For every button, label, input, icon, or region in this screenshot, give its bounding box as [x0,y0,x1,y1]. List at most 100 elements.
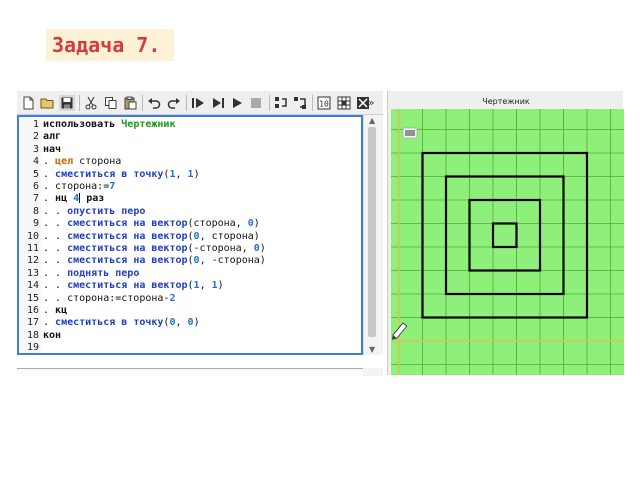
code-token: сместиться на вектор [67,218,188,230]
line-number: 2 [32,131,39,143]
document-icon[interactable] [20,95,36,111]
grid-icon[interactable] [336,95,352,111]
drawer-title: Чертежник [482,97,530,106]
line-number: 6 [32,181,39,192]
code-token: . [43,168,56,180]
drawer-field [391,109,624,375]
line-number: 16 [26,305,39,316]
line-number: 10 [26,230,39,242]
code-token: 7 [109,181,116,192]
code-token: . [43,156,56,168]
save-icon[interactable] [58,94,75,111]
code-token: , [199,280,212,292]
code-token: сместиться на вектор [67,280,188,292]
code-line: нач [43,144,61,156]
code-token: , -сторона) [199,255,266,267]
editor-scrollbar[interactable]: ▲ ▼ [363,115,383,355]
line-number: 7 [32,193,39,205]
code-token: , [175,317,188,329]
step-icon[interactable] [210,95,226,111]
code-line: . . сторона:=сторона-2 [43,293,175,305]
task-title: Задача 7. [46,29,174,61]
toolbar-separator [312,94,314,111]
toolbar-separator [268,94,270,111]
code-line: . . сместиться на вектор(-сторона, 0) [43,243,266,255]
code-token: , [175,168,188,180]
code-token: . . [43,243,68,254]
code-token: , сторона) [199,230,260,242]
code-token: ) [193,317,200,329]
code-token: . . [43,218,68,230]
code-token: ) [217,280,224,292]
code-editor[interactable]: 1 2 3 4 5 6 7 8 9 10 11 12 13 14 15 16 1… [17,115,363,355]
toolbar-more-button[interactable]: » [368,96,375,109]
code-line: . . сместиться на вектор(1, 1) [43,280,224,292]
code-line: кон [43,330,61,342]
line-number: 12 [26,255,39,267]
undo-icon[interactable] [146,95,162,111]
line-number: 13 [26,267,39,279]
code-line: . . сместиться на вектор(сторона, 0) [43,218,260,230]
code-token: . . [43,267,68,279]
code-token: сместиться на вектор [67,230,188,242]
code-line: . сместиться в точку(1, 1) [43,169,200,181]
code-line: . сместиться в точку(0, 0) [43,317,200,329]
toolbar-separator [79,94,81,111]
code-token: . [43,317,56,329]
line-number: 20 [19,352,39,353]
code-token: . . [43,230,68,242]
toolbar: 10 » [17,91,383,115]
step-over-icon[interactable] [229,95,245,111]
code-token: использовать [43,119,122,130]
code-token: . . [43,280,68,292]
output-console[interactable] [17,368,363,376]
drawer-panel: Чертежник [387,91,624,375]
code-token: опустить перо [67,205,146,217]
code-token: цел [55,156,74,168]
copy-icon[interactable] [103,95,119,111]
folder-icon[interactable] [39,95,55,111]
counter-icon[interactable]: 10 [316,95,332,111]
code-token: . . [43,255,68,267]
line-number: 8 [32,205,39,217]
code-token: кон [43,329,62,341]
step-out-icon[interactable] [292,95,308,111]
code-token: сместиться в точку [55,168,164,180]
code-line: . кц [43,305,67,317]
stop-icon[interactable] [248,95,264,111]
code-line: . . опустить перо [43,206,145,218]
paste-icon[interactable] [122,95,138,111]
code-token: . [43,305,56,316]
scissors-icon[interactable] [83,95,99,111]
line-number: 11 [26,243,39,254]
step-in-icon[interactable] [273,95,289,111]
menu-icon[interactable] [402,127,418,139]
drawer-canvas[interactable] [391,109,624,375]
code-token: нц [55,193,68,205]
line-number: 17 [26,317,39,329]
code-token: сместиться на вектор [67,243,188,254]
line-number: 3 [32,143,39,155]
code-line: алг [43,131,61,143]
scroll-up-icon[interactable]: ▲ [369,116,375,125]
code-line: . нц 4 раз [43,193,104,205]
line-number: 18 [26,329,39,341]
code-line: . сторона:=7 [43,181,115,193]
line-number: 9 [32,218,39,230]
toolbar-separator [186,94,188,111]
run-icon[interactable] [190,95,206,111]
code-token: ) [253,218,260,230]
line-number: 1 [32,119,39,130]
redo-icon[interactable] [166,95,182,111]
code-token: ) [259,243,266,254]
scrollbar-thumb[interactable] [368,127,376,337]
code-token: сместиться на вектор [67,255,188,267]
code-token: алг [43,131,62,143]
code-line: . . поднять перо [43,268,139,280]
code-token: (-сторона, [187,243,254,254]
scroll-down-icon[interactable]: ▼ [369,345,375,354]
console-scrollbar[interactable] [363,368,383,376]
code-token: сместиться в точку [55,317,164,329]
code-token: . . [43,205,68,217]
toolbar-separator [142,94,144,111]
